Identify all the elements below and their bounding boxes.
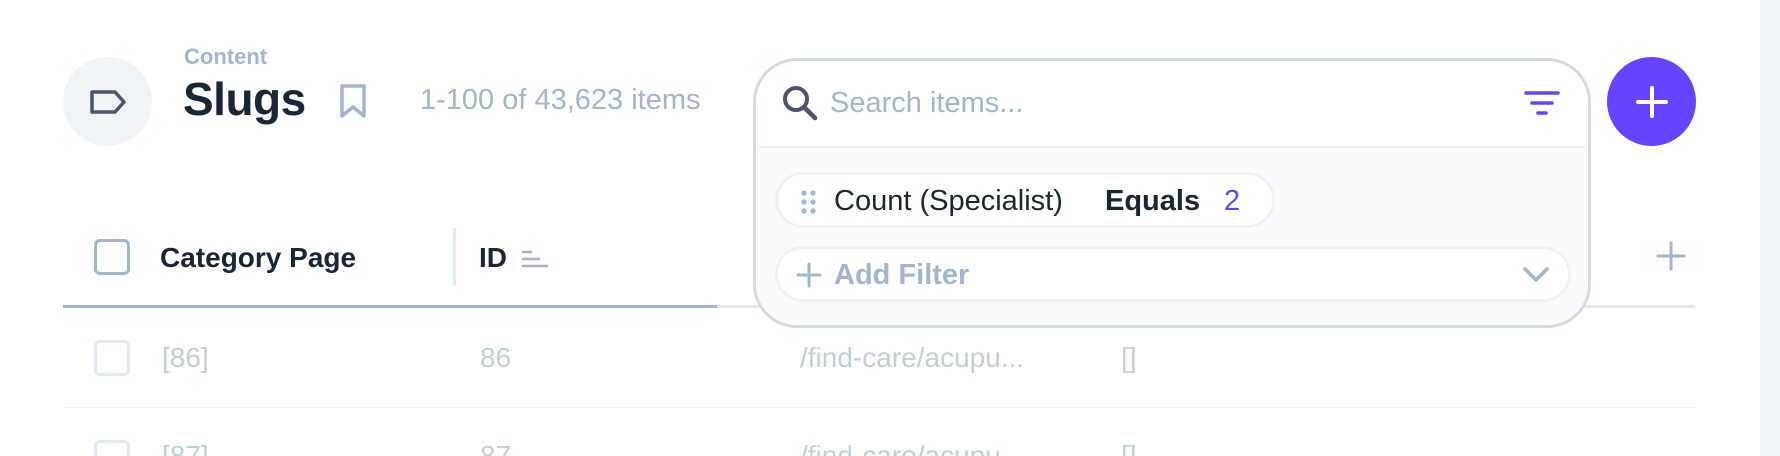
column-header-id[interactable]: ID bbox=[479, 242, 507, 274]
cell-slug[interactable]: /find-care/acupu... bbox=[800, 440, 1024, 456]
plus-icon bbox=[796, 262, 822, 288]
search-filter-popover: Count (Specialist) Equals 2 Add Filter bbox=[753, 58, 1591, 328]
cell-extra[interactable]: [] bbox=[1121, 342, 1137, 374]
add-filter-label: Add Filter bbox=[834, 259, 970, 291]
add-column-icon[interactable] bbox=[1655, 240, 1687, 272]
cell-category-page[interactable]: [86] bbox=[162, 342, 209, 374]
sort-ascending-icon[interactable] bbox=[521, 249, 549, 269]
collection-icon-button[interactable] bbox=[63, 57, 152, 146]
label-icon bbox=[89, 89, 126, 114]
filter-area: Count (Specialist) Equals 2 Add Filter bbox=[756, 148, 1588, 325]
cell-extra[interactable]: [] bbox=[1121, 440, 1137, 456]
row-divider bbox=[63, 407, 1695, 408]
active-filter-chip[interactable]: Count (Specialist) Equals 2 bbox=[775, 172, 1275, 228]
plus-icon bbox=[1635, 85, 1668, 118]
filter-icon[interactable] bbox=[1524, 89, 1560, 119]
column-resize-handle[interactable] bbox=[453, 228, 456, 286]
table-header-border-active bbox=[63, 305, 717, 308]
select-all-checkbox[interactable] bbox=[94, 239, 130, 275]
cell-id[interactable]: 86 bbox=[480, 342, 511, 374]
drag-handle-icon[interactable] bbox=[800, 189, 818, 215]
add-filter-dropdown[interactable]: Add Filter bbox=[775, 246, 1571, 302]
add-item-button[interactable] bbox=[1607, 57, 1696, 146]
scrollbar-track[interactable] bbox=[1760, 0, 1780, 456]
chevron-down-icon bbox=[1523, 267, 1549, 282]
row-checkbox[interactable] bbox=[94, 440, 130, 456]
filter-field[interactable]: Count (Specialist) bbox=[834, 185, 1063, 218]
cell-id[interactable]: 87 bbox=[480, 440, 511, 456]
cell-slug[interactable]: /find-care/acupu... bbox=[800, 342, 1024, 374]
page-title: Slugs bbox=[183, 73, 306, 125]
search-icon bbox=[783, 86, 818, 121]
search-bar bbox=[756, 61, 1588, 148]
item-count: 1-100 of 43,623 items bbox=[420, 84, 701, 116]
bookmark-icon[interactable] bbox=[338, 83, 368, 124]
column-header-category-page[interactable]: Category Page bbox=[160, 242, 356, 274]
search-input[interactable] bbox=[830, 81, 1450, 125]
row-checkbox[interactable] bbox=[94, 340, 130, 376]
filter-operator[interactable]: Equals bbox=[1105, 185, 1200, 218]
breadcrumb[interactable]: Content bbox=[184, 44, 267, 70]
filter-value[interactable]: 2 bbox=[1224, 185, 1240, 218]
cell-category-page[interactable]: [87] bbox=[162, 440, 209, 456]
